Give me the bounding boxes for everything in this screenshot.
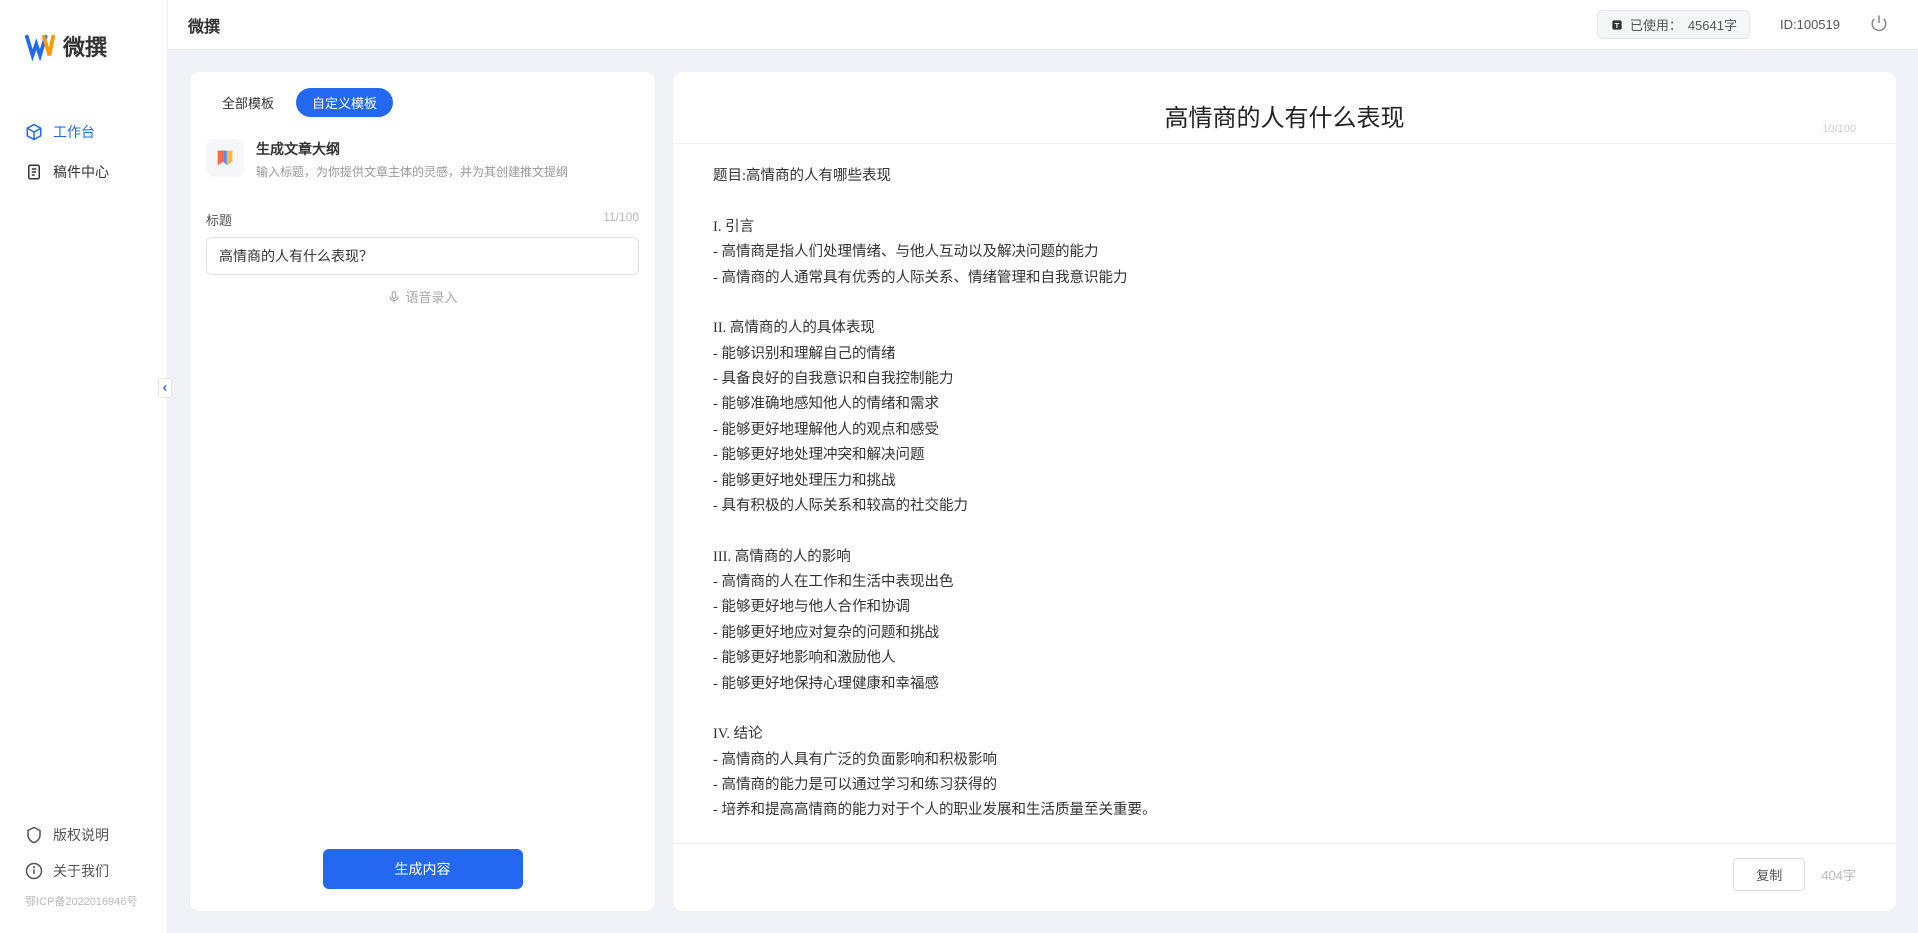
nav-workbench[interactable]: 工作台 bbox=[0, 112, 167, 152]
footer-label: 关于我们 bbox=[53, 861, 109, 881]
nav-label: 稿件中心 bbox=[53, 162, 109, 182]
main-nav: 工作台 稿件中心 bbox=[0, 82, 167, 817]
shield-icon bbox=[25, 826, 43, 844]
copy-button[interactable]: 复制 bbox=[1733, 858, 1805, 891]
nav-drafts[interactable]: 稿件中心 bbox=[0, 152, 167, 192]
document-icon bbox=[25, 163, 43, 181]
generate-button[interactable]: 生成内容 bbox=[323, 849, 523, 889]
usage-label: 已使用： bbox=[1630, 15, 1682, 34]
mic-icon bbox=[387, 290, 401, 304]
footer-about[interactable]: 关于我们 bbox=[0, 853, 167, 889]
usage-value: 45641字 bbox=[1688, 15, 1737, 34]
logo-text: 微撰 bbox=[63, 30, 107, 62]
voice-hint: 语音录入 bbox=[405, 287, 457, 306]
logo[interactable]: 微撰 bbox=[0, 0, 167, 82]
template-card[interactable]: 生成文章大纲 输入标题，为你提供文章主体的灵感，并为其创建推文提纲 bbox=[190, 133, 655, 198]
topbar: 微撰 T 已使用： 45641字 ID:100519 bbox=[168, 0, 1918, 50]
output-header: 高情商的人有什么表现 10/100 bbox=[673, 72, 1896, 144]
output-footer: 复制 404字 bbox=[673, 843, 1896, 911]
title-char-count: 11/100 bbox=[603, 210, 639, 229]
content: 全部模板 自定义模板 生成文章大纲 输入标题，为你提供文章主体的灵感，并为其创建… bbox=[168, 50, 1918, 933]
left-panel: 全部模板 自定义模板 生成文章大纲 输入标题，为你提供文章主体的灵感，并为其创建… bbox=[190, 72, 655, 911]
title-label: 标题 bbox=[206, 210, 232, 229]
template-title: 生成文章大纲 bbox=[256, 139, 639, 159]
text-icon: T bbox=[1610, 18, 1624, 32]
main-area: 微撰 T 已使用： 45641字 ID:100519 全部模板 bbox=[168, 0, 1918, 933]
topbar-right: T 已使用： 45641字 ID:100519 bbox=[1597, 10, 1888, 39]
voice-input-button[interactable]: 语音录入 bbox=[206, 275, 639, 318]
word-count: 404字 bbox=[1821, 865, 1856, 884]
title-input[interactable] bbox=[206, 237, 639, 275]
footer-copyright[interactable]: 版权说明 bbox=[0, 817, 167, 853]
tab-custom-templates[interactable]: 自定义模板 bbox=[296, 88, 393, 117]
nav-label: 工作台 bbox=[53, 122, 95, 142]
usage-badge[interactable]: T 已使用： 45641字 bbox=[1597, 10, 1750, 39]
page-title: 微撰 bbox=[178, 13, 220, 37]
sidebar-collapse-handle[interactable] bbox=[158, 378, 172, 398]
right-panel: 高情商的人有什么表现 10/100 题目:高情商的人有哪些表现 I. 引言 - … bbox=[673, 72, 1896, 911]
output-title-count: 10/100 bbox=[1822, 123, 1856, 135]
output-body[interactable]: 题目:高情商的人有哪些表现 I. 引言 - 高情商是指人们处理情绪、与他人互动以… bbox=[673, 144, 1896, 843]
sidebar-footer: 版权说明 关于我们 鄂ICP备2022016946号 bbox=[0, 817, 167, 933]
template-desc: 输入标题，为你提供文章主体的灵感，并为其创建推文提纲 bbox=[256, 163, 639, 180]
title-label-row: 标题 11/100 bbox=[206, 210, 639, 229]
icp-text: 鄂ICP备2022016946号 bbox=[0, 889, 167, 913]
tab-all-templates[interactable]: 全部模板 bbox=[206, 88, 290, 117]
power-button[interactable] bbox=[1870, 14, 1888, 35]
template-info: 生成文章大纲 输入标题，为你提供文章主体的灵感，并为其创建推文提纲 bbox=[256, 139, 639, 180]
template-tabs: 全部模板 自定义模板 bbox=[190, 88, 655, 117]
user-id: ID:100519 bbox=[1780, 17, 1840, 32]
power-icon bbox=[1870, 14, 1888, 32]
logo-icon bbox=[25, 31, 55, 61]
template-icon bbox=[206, 139, 244, 177]
svg-text:T: T bbox=[1614, 20, 1619, 29]
output-title: 高情商的人有什么表现 bbox=[713, 98, 1856, 133]
cube-icon bbox=[25, 123, 43, 141]
sidebar: 微撰 工作台 稿件中心 版权说明 关于我们 鄂ICP备2022016946号 bbox=[0, 0, 168, 933]
footer-label: 版权说明 bbox=[53, 825, 109, 845]
form-area: 标题 11/100 语音录入 bbox=[190, 198, 655, 318]
info-icon bbox=[25, 862, 43, 880]
chevron-left-icon bbox=[160, 383, 170, 393]
